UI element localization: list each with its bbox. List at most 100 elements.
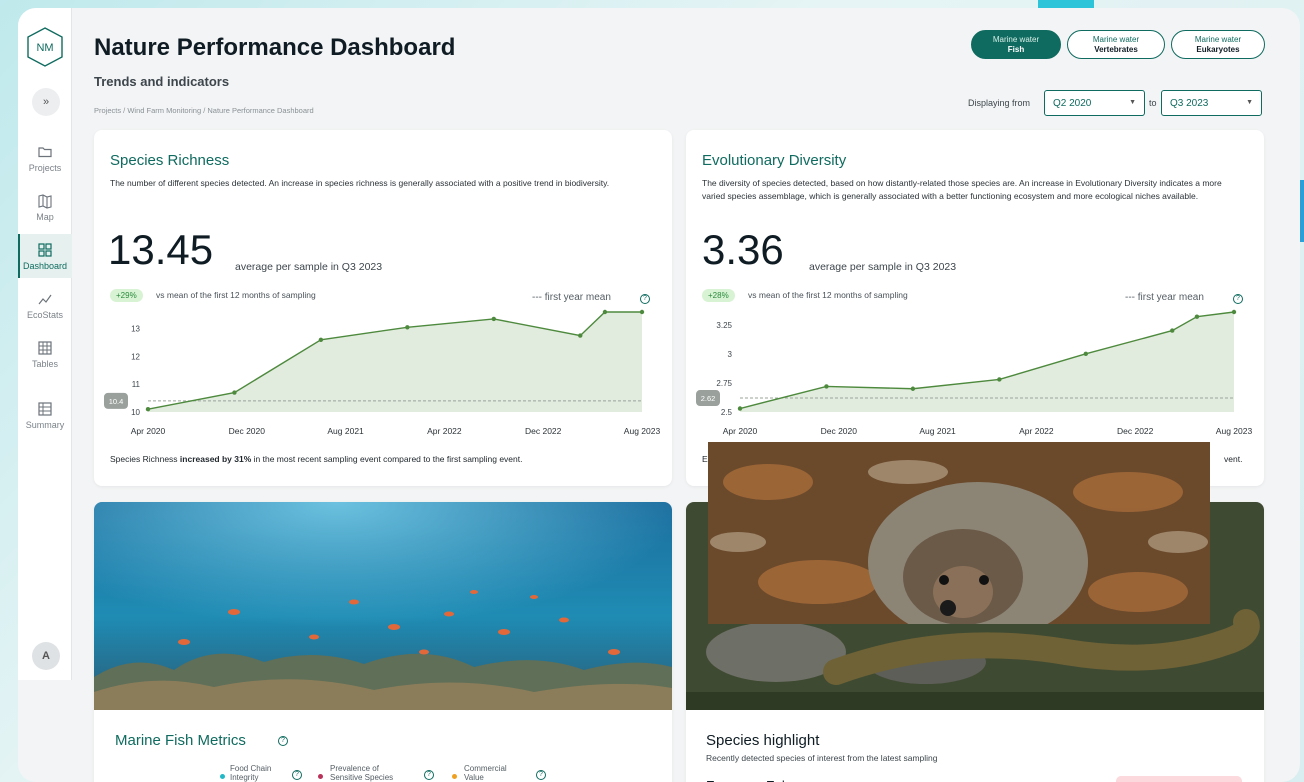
legend-commercial-value: Commercial Value (464, 764, 507, 782)
svg-text:NM: NM (36, 42, 53, 54)
filter-line1: Marine water (1194, 34, 1242, 44)
evolutionary-diversity-card: Evolutionary Diversity The diversity of … (686, 130, 1264, 486)
help-icon[interactable]: ? (278, 736, 288, 746)
y-tick-label: 2.75 (716, 379, 732, 388)
change-badge: +28% (702, 289, 735, 302)
help-icon[interactable]: ? (424, 770, 434, 780)
legend-line1: Food Chain (230, 764, 272, 773)
marine-fish-metrics-card: Marine Fish Metrics ? Food Chain Integrit… (94, 502, 672, 782)
species-richness-chart: 10 11 12 13 10.4 Apr 2020 Dec 2020 Aug 2021 Apr … (104, 309, 661, 436)
summary-pre: Species Richness (110, 454, 180, 464)
highlight-subtitle: Recently detected species of interest fr… (706, 753, 938, 763)
sidebar-item-projects[interactable]: Projects (18, 136, 72, 180)
y-tick-label: 3 (728, 350, 733, 359)
y-tick-label: 10 (131, 408, 140, 417)
card-title: Evolutionary Diversity (702, 152, 847, 169)
x-tick-label: Apr 2020 (723, 426, 758, 436)
dashboard-icon (38, 242, 52, 257)
data-point (1083, 351, 1088, 357)
summary-icon (38, 401, 52, 416)
filter-marine-eukaryotes[interactable]: Marine water Eukaryotes (1171, 30, 1265, 59)
reference-badge-label: 2.62 (701, 394, 716, 403)
help-icon[interactable]: ? (1233, 294, 1243, 304)
chart-summary-end: vent. (1224, 454, 1243, 464)
sidebar-item-label: Projects (28, 162, 62, 173)
data-point (824, 384, 829, 389)
reference-badge-label: 10.4 (109, 397, 124, 406)
sidebar-item-summary[interactable]: Summary (18, 393, 72, 437)
filter-line1: Marine water (992, 34, 1040, 44)
filter-line2: Vertebrates (1094, 44, 1138, 54)
first-year-mean-legend: --- first year mean (532, 292, 611, 303)
sidebar-item-ecostats[interactable]: EcoStats (18, 283, 72, 327)
page-subtitle: Trends and indicators (94, 74, 230, 89)
legend-line1: Commercial (464, 764, 507, 773)
comparison-text: vs mean of the first 12 months of sampli… (748, 290, 908, 300)
x-tick-label: Dec 2022 (525, 426, 562, 436)
legend-line1: Prevalence of (330, 764, 379, 773)
sidebar-item-label: EcoStats (26, 309, 64, 320)
data-point (910, 386, 916, 391)
sidebar-item-tables[interactable]: Tables (18, 332, 72, 376)
help-icon[interactable]: ? (536, 770, 546, 780)
x-tick-label: Apr 2022 (427, 426, 462, 436)
data-point (1231, 309, 1237, 315)
legend-dot (452, 774, 457, 779)
species-richness-card: Species Richness The number of different… (94, 130, 672, 486)
breadcrumb[interactable]: Projects / Wind Farm Monitoring / Nature… (94, 106, 314, 115)
filter-line1: Marine water (1092, 34, 1140, 44)
card-description: The diversity of species detected, based… (702, 178, 1222, 201)
app-window: NM » Projects Map Dashboard EcoStats Tab… (18, 8, 1300, 782)
x-tick-label: Aug 2023 (624, 426, 661, 436)
change-badge: +29% (110, 289, 143, 302)
summary-post: in the most recent sampling event compar… (251, 454, 523, 464)
x-tick-label: Apr 2022 (1019, 426, 1054, 436)
date-to-select[interactable]: Q3 2023 ▼ (1161, 90, 1262, 116)
sidebar-item-label: Map (36, 211, 54, 222)
data-point (578, 333, 583, 338)
avatar[interactable]: A (32, 642, 60, 670)
metric-caption: average per sample in Q3 2023 (809, 261, 957, 273)
metric-value: 13.45 (108, 226, 214, 273)
sidebar-item-map[interactable]: Map (18, 185, 72, 229)
data-point (997, 377, 1002, 382)
reef-fish-photo (94, 502, 672, 710)
folder-icon (38, 146, 52, 157)
help-icon[interactable]: ? (640, 294, 650, 304)
metrics-title: Marine Fish Metrics (115, 732, 246, 749)
legend-dot (220, 774, 225, 779)
data-point (145, 407, 151, 412)
reef-fish-image (94, 502, 672, 710)
sidebar-item-dashboard[interactable]: Dashboard (18, 234, 72, 278)
sidebar: NM » Projects Map Dashboard EcoStats Tab… (18, 8, 72, 680)
data-point (491, 316, 496, 322)
legend-line2: Value (464, 773, 484, 782)
x-tick-label: Aug 2021 (327, 426, 364, 436)
expand-sidebar-button[interactable]: » (32, 88, 60, 116)
x-tick-label: Aug 2023 (1216, 426, 1253, 436)
filter-marine-fish[interactable]: Marine water Fish (971, 30, 1061, 59)
date-to-label: to (1149, 98, 1157, 108)
data-point (1170, 328, 1175, 333)
card-title: Species Richness (110, 152, 230, 169)
chart-summary: Species Richness increased by 31% in the… (110, 454, 522, 464)
hedgehog-image (708, 442, 1210, 624)
comparison-text: vs mean of the first 12 months of sampli… (156, 290, 316, 300)
chevron-down-icon: ▼ (1129, 99, 1136, 106)
date-from-select[interactable]: Q2 2020 ▼ (1044, 90, 1145, 116)
evolutionary-diversity-chart: 2.5 2.75 3 3.25 2.62 Apr 2020 Dec 2020 Aug 2021… (696, 309, 1253, 436)
x-tick-label: Dec 2020 (821, 426, 858, 436)
date-from-value: Q2 2020 (1053, 98, 1092, 109)
summary-bold: increased by 31% (179, 454, 252, 464)
y-tick-label: 13 (131, 325, 140, 334)
legend-line2: Integrity (230, 773, 259, 782)
metric-value: 3.36 (702, 226, 784, 273)
sidebar-item-label: Summary (25, 419, 65, 430)
legend-sensitive-species: Prevalence of Sensitive Species (330, 764, 393, 782)
series-area (740, 312, 1234, 412)
filter-marine-vertebrates[interactable]: Marine water Vertebrates (1067, 30, 1165, 59)
series-area (148, 312, 642, 412)
data-point (639, 309, 645, 315)
help-icon[interactable]: ? (292, 770, 302, 780)
page-title: Nature Performance Dashboard (94, 34, 456, 61)
